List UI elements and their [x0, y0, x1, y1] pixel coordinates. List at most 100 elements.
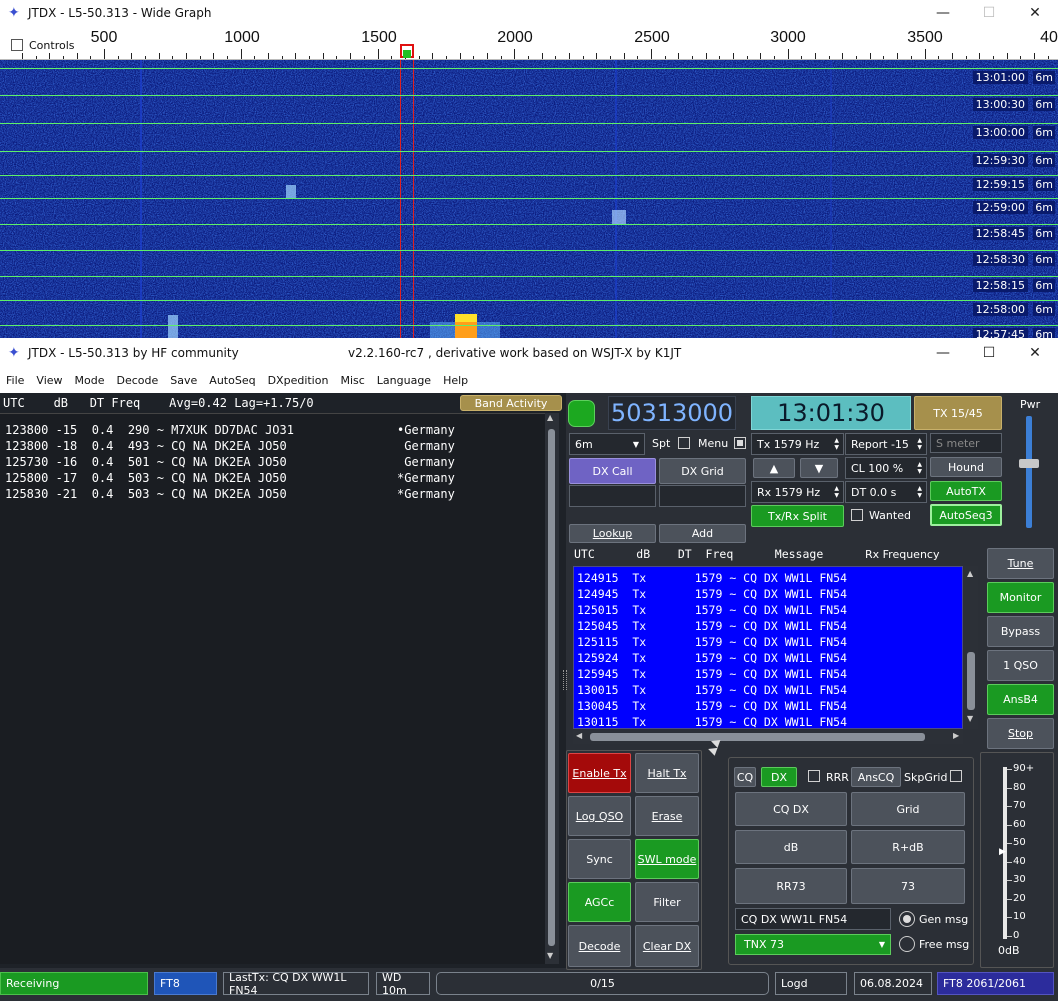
band-activity-row[interactable]: 123800 -15 0.4 290 ~ M7XUK DD7DAC JO31 •G… — [5, 422, 545, 438]
rx-frequency-row[interactable]: 130045 Tx 1579 ~ CQ DX WW1L FN54 — [577, 698, 847, 714]
power-slider-track[interactable] — [1026, 416, 1032, 528]
scroll-down-icon[interactable]: ▼ — [547, 951, 553, 960]
gen-msg-radio[interactable] — [899, 911, 915, 927]
waterfall-display[interactable]: 13:01:00 6m 13:00:30 6m 13:00:00 6m 12:59:30 6m… — [0, 60, 1058, 338]
close-icon[interactable]: ✕ — [1012, 0, 1058, 25]
rx-frequency-row[interactable]: 125115 Tx 1579 ~ CQ DX WW1L FN54 — [577, 634, 847, 650]
stop-button[interactable]: Stop — [987, 718, 1054, 749]
cq-button[interactable]: CQ — [734, 767, 756, 787]
menu-file[interactable]: File — [6, 374, 24, 387]
cl-spinbox[interactable]: CL 100 % ▲ ▼ — [845, 457, 927, 479]
one-qso-button[interactable]: 1 QSO — [987, 650, 1054, 681]
scroll-right-icon[interactable]: ▶ — [953, 731, 959, 740]
autotx-button[interactable]: AutoTX — [930, 481, 1002, 501]
agcc-button[interactable]: AGCc — [568, 882, 631, 922]
grid-button[interactable]: Grid — [851, 792, 965, 826]
menu-autoseq[interactable]: AutoSeq — [209, 374, 255, 387]
dx-grid-button[interactable]: DX Grid — [659, 458, 746, 484]
anscq-button[interactable]: AnsCQ — [851, 767, 901, 787]
decode-button[interactable]: Decode — [568, 925, 631, 967]
menu-dxpedition[interactable]: DXpedition — [268, 374, 329, 387]
dt-spinbox[interactable]: DT 0.0 s ▲ ▼ — [845, 481, 927, 503]
report-spinbox[interactable]: Report -15 ▲ ▼ — [845, 433, 927, 455]
band-select[interactable]: 6m ▼ — [569, 433, 645, 455]
db-button[interactable]: dB — [735, 830, 847, 864]
dx-call-input[interactable] — [569, 485, 656, 507]
scroll-left-icon[interactable]: ◀ — [576, 731, 582, 740]
band-activity-list[interactable]: 123800 -15 0.4 290 ~ M7XUK DD7DAC JO31 •G… — [0, 413, 545, 964]
tx-period-button[interactable]: TX 15/45 — [914, 396, 1002, 430]
txrx-split-button[interactable]: Tx/Rx Split — [751, 505, 844, 527]
rx-frequency-row[interactable]: 130115 Tx 1579 ~ CQ DX WW1L FN54 — [577, 714, 847, 728]
rx-frequency-row[interactable]: 124945 Tx 1579 ~ CQ DX WW1L FN54 — [577, 586, 847, 602]
filter-button[interactable]: Filter — [635, 882, 699, 922]
frequency-display[interactable]: 50313000 — [608, 396, 736, 430]
rx-frequency-row[interactable]: 130015 Tx 1579 ~ CQ DX WW1L FN54 — [577, 682, 847, 698]
menu-help[interactable]: Help — [443, 374, 468, 387]
controls-checkbox[interactable] — [11, 39, 23, 51]
rx-frequency-list[interactable]: 124915 Tx 1579 ~ CQ DX WW1L FN54 124945 T… — [573, 566, 963, 729]
spin-arrows-icon[interactable]: ▲ ▼ — [917, 485, 922, 499]
add-button[interactable]: Add — [659, 524, 746, 543]
band-activity-button[interactable]: Band Activity — [460, 395, 562, 411]
sync-button[interactable]: Sync — [568, 839, 631, 879]
band-activity-row[interactable]: 125730 -16 0.4 501 ~ CQ NA DK2EA JO50 Ge… — [5, 454, 545, 470]
scrollbar-thumb[interactable] — [967, 652, 975, 710]
erase-button[interactable]: Erase — [635, 796, 699, 836]
scroll-down-icon[interactable]: ▼ — [967, 714, 973, 723]
rx-hz-spinbox[interactable]: Rx 1579 Hz ▲ ▼ — [751, 481, 844, 503]
scrollbar-thumb[interactable] — [590, 733, 925, 741]
spin-arrows-icon[interactable]: ▲ ▼ — [917, 437, 922, 451]
scroll-up-icon[interactable]: ▲ — [547, 413, 553, 422]
menu-view[interactable]: View — [36, 374, 62, 387]
power-slider-handle[interactable] — [1019, 459, 1039, 468]
menu-checkbox[interactable] — [734, 437, 746, 449]
rx-hscrollbar[interactable]: ◀ ▶ — [573, 730, 963, 744]
spt-checkbox[interactable] — [678, 437, 690, 449]
bypass-button[interactable]: Bypass — [987, 616, 1054, 647]
ansb4-button[interactable]: AnsB4 — [987, 684, 1054, 715]
dx-call-button[interactable]: DX Call — [569, 458, 656, 484]
band-activity-row[interactable]: 125800 -17 0.4 503 ~ CQ NA DK2EA JO50 *Ge… — [5, 470, 545, 486]
rx-frequency-row[interactable]: 125015 Tx 1579 ~ CQ DX WW1L FN54 — [577, 602, 847, 618]
frequency-scale[interactable]: Controls 500 1000 1500 2000 2500 3000 35… — [0, 25, 1058, 60]
rx-frequency-row[interactable]: 125045 Tx 1579 ~ CQ DX WW1L FN54 — [577, 618, 847, 634]
log-qso-button[interactable]: Log QSO — [568, 796, 631, 836]
rx-scrollbar[interactable]: ▲ ▼ — [964, 566, 978, 729]
rx-frequency-row[interactable]: 125924 Tx 1579 ~ CQ DX WW1L FN54 — [577, 650, 847, 666]
minimize-icon[interactable]: — — [920, 338, 966, 367]
band-activity-scrollbar[interactable]: ▲ ▼ — [545, 413, 559, 964]
tx-hz-spinbox[interactable]: Tx 1579 Hz ▲ ▼ — [751, 433, 844, 455]
splitter-handle[interactable] — [563, 670, 567, 690]
menu-decode[interactable]: Decode — [117, 374, 159, 387]
menu-save[interactable]: Save — [170, 374, 197, 387]
hound-button[interactable]: Hound — [930, 457, 1002, 477]
clear-dx-button[interactable]: Clear DX — [635, 925, 699, 967]
rrr-checkbox[interactable] — [808, 770, 820, 782]
lookup-button[interactable]: Lookup — [569, 524, 656, 543]
halt-tx-button[interactable]: Halt Tx — [635, 753, 699, 793]
maximize-icon[interactable]: ☐ — [966, 338, 1012, 367]
menu-mode[interactable]: Mode — [75, 374, 105, 387]
free-msg-combo[interactable]: TNX 73 ▼ — [735, 934, 891, 955]
autoseq3-button[interactable]: AutoSeq3 — [930, 504, 1002, 526]
dx-button[interactable]: DX — [761, 767, 797, 787]
spin-arrows-icon[interactable]: ▲ ▼ — [917, 461, 922, 475]
close-icon[interactable]: ✕ — [1012, 338, 1058, 367]
rr73-button[interactable]: RR73 — [735, 868, 847, 904]
minimize-icon[interactable]: — — [920, 0, 966, 25]
swl-mode-button[interactable]: SWL mode — [635, 839, 699, 879]
wanted-checkbox[interactable] — [851, 509, 863, 521]
menu-language[interactable]: Language — [377, 374, 431, 387]
rx-frequency-row[interactable]: 124915 Tx 1579 ~ CQ DX WW1L FN54 — [577, 570, 847, 586]
scroll-up-icon[interactable]: ▲ — [967, 569, 973, 578]
spin-arrows-icon[interactable]: ▲ ▼ — [834, 437, 839, 451]
band-activity-row[interactable]: 123800 -18 0.4 493 ~ CQ NA DK2EA JO50 Ge… — [5, 438, 545, 454]
maximize-icon[interactable]: ☐ — [966, 0, 1012, 25]
scrollbar-thumb[interactable] — [548, 429, 555, 946]
enable-tx-button[interactable]: Enable Tx — [568, 753, 631, 793]
freq-up-button[interactable]: ▲ — [753, 458, 795, 478]
dx-grid-input[interactable] — [659, 485, 746, 507]
monitor-button[interactable]: Monitor — [987, 582, 1054, 613]
skpgrid-checkbox[interactable] — [950, 770, 962, 782]
